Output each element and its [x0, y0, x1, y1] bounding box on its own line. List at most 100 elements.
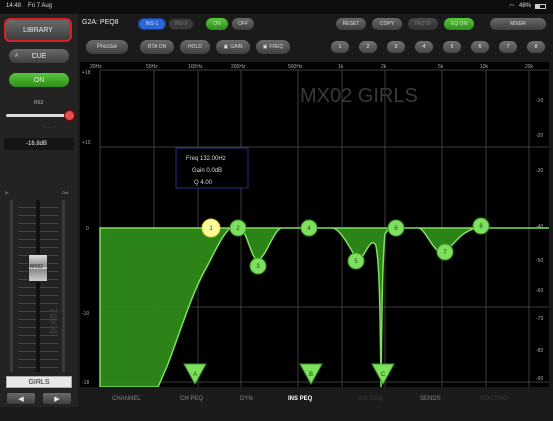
mixer-label: MIXER	[510, 21, 526, 27]
mixer-button[interactable]: MIXER	[490, 18, 546, 30]
hold-button[interactable]: HOLD	[180, 40, 210, 54]
band-button-3[interactable]: 3	[386, 40, 406, 54]
gain-button[interactable]: ▣ GAIN	[216, 40, 250, 54]
band-button-label: 1	[338, 44, 342, 50]
pan-value-hint: -- --	[44, 124, 51, 129]
band-marker-6[interactable]: 6	[387, 219, 405, 237]
freq-label: 10k	[480, 64, 489, 70]
band-button-label: 2	[366, 44, 370, 50]
eq-graph-svg[interactable]: MX02 GIRLS 20Hz 50Hz 100Hz 200Hz 500Hz 1…	[80, 62, 549, 387]
ins-on-label: ON	[213, 21, 221, 27]
lock-icon: ▣	[223, 44, 229, 50]
reset-button[interactable]: RESET	[336, 18, 366, 30]
band-marker-8[interactable]: 8	[472, 217, 490, 235]
gain-label: +10	[82, 140, 91, 146]
tab-ins-peq[interactable]: INS PEQ	[288, 396, 312, 402]
cue-button[interactable]: A CUE	[8, 48, 70, 64]
band-button-1[interactable]: 1	[330, 40, 350, 54]
lock-icon: ▣	[262, 44, 268, 50]
filter-marker-c[interactable]: C	[371, 363, 395, 386]
gain-label: GAIN	[230, 44, 243, 50]
filter-markers[interactable]: A B C	[183, 363, 395, 386]
rta-axis-labels: -10 -20 -30 -40 -50 -60 -70 -80 -90	[536, 98, 543, 382]
ins-1-button[interactable]: INS-1	[138, 18, 166, 30]
band-marker-7[interactable]: 7	[436, 243, 454, 261]
fader-cap-label: MX02	[30, 264, 44, 270]
pan-slider-track[interactable]	[6, 114, 70, 117]
band-marker-1[interactable]: 1	[201, 218, 221, 238]
channel-strip-panel: LIBRARY A CUE ON R63 -- -- -16.8dB In Ou…	[0, 14, 78, 407]
rta-on-label: RTA ON	[147, 44, 167, 50]
graph-title: MX02 GIRLS	[300, 85, 418, 107]
band-button-7[interactable]: 7	[498, 40, 518, 54]
battery-icon	[535, 4, 546, 9]
tab-channel[interactable]: CHANNEL	[112, 396, 141, 402]
ins-1-label: INS-1	[145, 21, 159, 27]
ins-off-button[interactable]: OFF	[232, 18, 254, 30]
freq-label: 5k	[438, 64, 444, 70]
prev-channel-button[interactable]: ◀	[6, 392, 36, 405]
band-button-8[interactable]: 8	[526, 40, 546, 54]
knob-label: R63	[34, 100, 44, 106]
rta-label: -60	[536, 288, 543, 294]
band-button-2[interactable]: 2	[358, 40, 378, 54]
channel-id-label: G2A: PEQ8	[82, 19, 119, 26]
band-info-box: Freq 132.00Hz Gain 0.0dB Q 4.00	[175, 147, 249, 189]
band-button-4[interactable]: 4	[414, 40, 434, 54]
freq-label: 20Hz	[90, 64, 102, 70]
freq-label: 1k	[338, 64, 344, 70]
ins-on-button[interactable]: ON	[206, 18, 228, 30]
band-marker-3[interactable]: 3	[249, 257, 267, 275]
freq-button[interactable]: ▣ FREQ	[256, 40, 290, 54]
rta-label: -90	[536, 376, 543, 382]
level-readout-box: -16.8dB	[4, 138, 74, 150]
filter-marker-a[interactable]: A	[183, 363, 207, 386]
band-button-5[interactable]: 5	[442, 40, 462, 54]
on-button-label: ON	[33, 76, 45, 84]
freq-label: 200Hz	[231, 64, 246, 70]
info-freq: Freq 132.00Hz	[186, 156, 226, 162]
band-button-label: 8	[534, 44, 538, 50]
library-button[interactable]: LIBRARY	[4, 18, 72, 42]
tab-dyn[interactable]: DYN	[240, 396, 253, 402]
channel-name: GIRLS	[6, 376, 72, 388]
freq-label: 2k	[381, 64, 387, 70]
status-date: Fri 7 Aug	[28, 3, 53, 9]
rta-label: -80	[536, 348, 543, 354]
info-gain: Gain 0.0dB	[192, 168, 222, 174]
paste-button[interactable]: PASTE	[408, 18, 438, 30]
gain-label: 0	[86, 226, 89, 232]
rta-label: -20	[536, 133, 543, 139]
fader-track[interactable]	[36, 200, 40, 372]
tab-ins-geq[interactable]: INS GEQ	[358, 396, 383, 402]
channel-name-label: GIRLS	[28, 378, 50, 386]
cue-prefix: A	[15, 53, 19, 59]
band-marker-4[interactable]: 4	[300, 219, 318, 237]
filter-marker-label: B	[309, 372, 313, 378]
fader-cap[interactable]: MX02	[28, 254, 48, 282]
vertical-channel-name: MX02	[49, 307, 60, 334]
tab-routing[interactable]: ROUTING	[480, 396, 508, 402]
copy-button[interactable]: COPY	[372, 18, 402, 30]
in-label: In	[5, 190, 9, 195]
band-marker-5[interactable]: 5	[347, 252, 365, 270]
next-channel-button[interactable]: ▶	[42, 392, 72, 405]
rta-on-button[interactable]: RTA ON	[140, 40, 174, 54]
hold-label: HOLD	[188, 44, 202, 50]
band-markers[interactable]: 1 2 3 4 5 6 7 8	[201, 217, 490, 275]
band-button-6[interactable]: 6	[470, 40, 490, 54]
pan-slider-thumb[interactable]	[64, 110, 75, 121]
status-bar: 14:48 Fri 7 Aug ◠ 48%	[0, 0, 553, 14]
filter-marker-b[interactable]: B	[299, 363, 323, 386]
band-marker-2[interactable]: 2	[229, 219, 247, 237]
tab-sends[interactable]: SENDS	[420, 396, 441, 402]
on-button[interactable]: ON	[8, 72, 70, 88]
eq-graph[interactable]: MX02 GIRLS 20Hz 50Hz 100Hz 200Hz 500Hz 1…	[80, 62, 549, 387]
ins-2-button[interactable]: INS-2	[168, 18, 194, 30]
ins-2-label: INS-2	[174, 21, 188, 27]
tab-ch-peq[interactable]: CH PEQ	[180, 396, 203, 402]
rta-label: -50	[536, 258, 543, 264]
eq-on-button[interactable]: EQ ON	[444, 18, 474, 30]
precise-button[interactable]: Precise	[86, 40, 128, 54]
filter-marker-label: A	[193, 372, 197, 378]
